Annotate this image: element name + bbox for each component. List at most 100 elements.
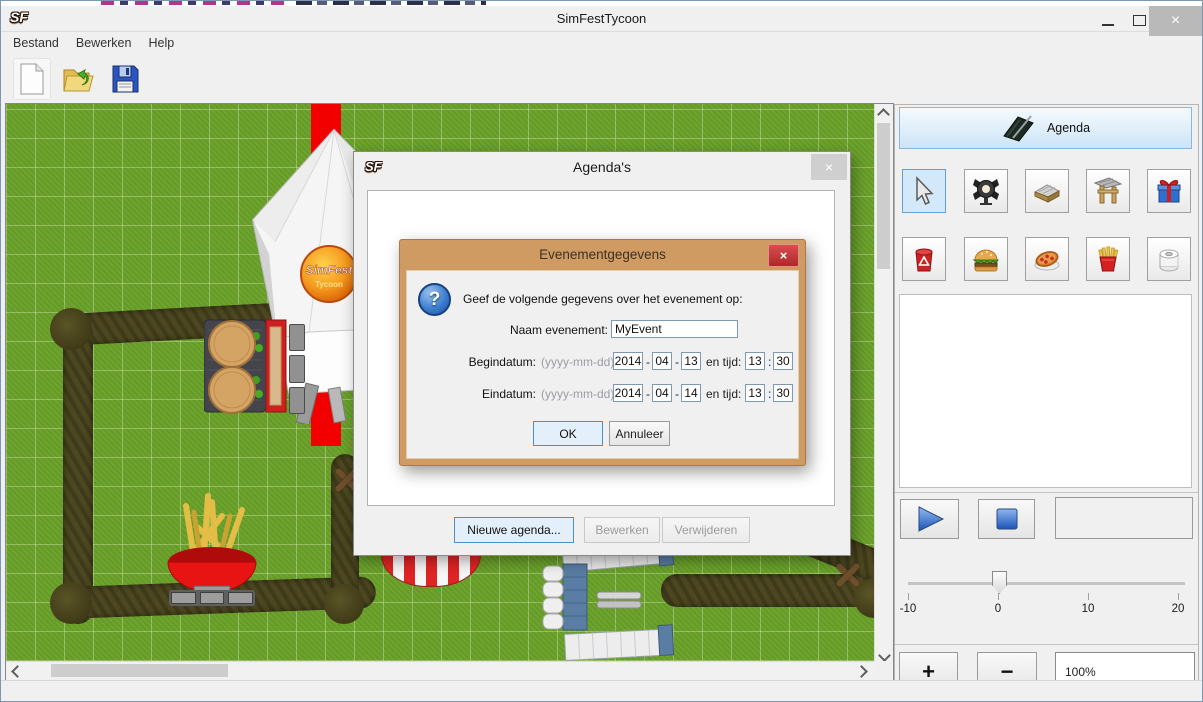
- agendas-dialog-close-button[interactable]: ×: [811, 154, 847, 180]
- new-file-button[interactable]: [13, 58, 51, 100]
- fries-icon: [1093, 244, 1123, 274]
- map-path-left: [63, 319, 93, 624]
- window-title: SimFestTycoon: [1, 6, 1202, 31]
- zoom-level-value: 100%: [1065, 665, 1096, 679]
- side-panel: Agenda: [894, 104, 1199, 700]
- structure-icon: [1093, 176, 1123, 206]
- map-vertical-scrollbar[interactable]: [874, 104, 891, 661]
- map-path-corner: [50, 582, 92, 624]
- open-file-icon: [62, 63, 96, 95]
- agenda-button-label: Agenda: [1047, 121, 1090, 135]
- status-strip: [1, 680, 1202, 702]
- tool-fries-button[interactable]: [1086, 237, 1130, 281]
- menu-item-help[interactable]: Help: [148, 36, 174, 50]
- minimize-icon: [1102, 24, 1114, 26]
- slider-label: -10: [900, 603, 917, 615]
- end-day-input[interactable]: [681, 384, 701, 402]
- ok-button[interactable]: OK: [533, 421, 603, 446]
- start-day-input[interactable]: [681, 352, 701, 370]
- gift-icon: [1154, 176, 1184, 206]
- slider-tick: [1088, 593, 1089, 600]
- hamburger-icon: [971, 244, 1001, 274]
- end-hour-input[interactable]: [745, 384, 765, 402]
- agenda-button[interactable]: Agenda: [899, 107, 1192, 149]
- tool-structure-button[interactable]: [1086, 169, 1130, 213]
- scroll-up-icon[interactable]: [877, 108, 890, 121]
- vertical-scroll-thumb[interactable]: [877, 123, 890, 269]
- question-mark: ?: [429, 289, 441, 311]
- tent-logo-text: SimFest: [306, 263, 354, 277]
- speed-slider-track[interactable]: [908, 582, 1185, 585]
- scroll-left-icon[interactable]: [11, 665, 24, 678]
- horizontal-scroll-thumb[interactable]: [51, 664, 228, 677]
- tool-spotlight-button[interactable]: [964, 169, 1008, 213]
- delete-agenda-label: Verwijderen: [675, 523, 738, 537]
- menu-item-bewerken[interactable]: Bewerken: [76, 36, 132, 50]
- slider-tick: [1178, 593, 1179, 600]
- tool-toilet-paper-button[interactable]: [1147, 237, 1191, 281]
- pizza-icon: [1032, 244, 1062, 274]
- tool-trashcan-button[interactable]: [902, 237, 946, 281]
- time-label: en tijd:: [706, 355, 741, 369]
- event-dialog-close-button[interactable]: ×: [768, 244, 799, 267]
- stop-button[interactable]: [978, 499, 1035, 539]
- start-month-input[interactable]: [652, 352, 672, 370]
- start-hour-input[interactable]: [745, 352, 765, 370]
- title-bar: SF SimFestTycoon ×: [1, 6, 1202, 32]
- tool-select-button[interactable]: [902, 169, 946, 213]
- end-date-label: Eindatum:: [407, 387, 536, 401]
- menu-item-bestand[interactable]: Bestand: [13, 36, 59, 50]
- date-format-hint: (yyyy-mm-dd): [541, 355, 614, 369]
- time-separator: :: [768, 387, 771, 401]
- start-minute-input[interactable]: [773, 352, 793, 370]
- tool-pizza-button[interactable]: [1025, 237, 1069, 281]
- map-bench-horizontal: [169, 590, 255, 606]
- edit-agenda-button[interactable]: Bewerken: [584, 517, 660, 543]
- end-minute-input[interactable]: [773, 384, 793, 402]
- close-icon: ×: [780, 248, 788, 263]
- cancel-button[interactable]: Annuleer: [609, 421, 670, 446]
- new-agenda-button[interactable]: Nieuwe agenda...: [454, 517, 574, 543]
- map-burger-stand: [204, 318, 292, 414]
- play-button[interactable]: [900, 499, 959, 539]
- event-name-input[interactable]: [611, 320, 738, 338]
- end-year-input[interactable]: [613, 384, 643, 402]
- start-year-input[interactable]: [613, 352, 643, 370]
- close-icon: ×: [1171, 12, 1180, 30]
- artifact-segment: [101, 1, 286, 5]
- scrollbar-corner: [874, 661, 891, 679]
- close-icon: ×: [825, 159, 833, 175]
- trashcan-icon: [909, 244, 939, 274]
- edit-agenda-label: Bewerken: [595, 523, 648, 537]
- scroll-right-icon[interactable]: [855, 665, 868, 678]
- save-file-button[interactable]: [107, 59, 143, 99]
- panel-separator: [895, 492, 1198, 493]
- save-file-icon: [111, 64, 139, 94]
- date-separator: -: [646, 355, 650, 369]
- map-path-decoration: [832, 559, 864, 591]
- spotlight-icon: [971, 176, 1001, 206]
- maximize-icon: [1133, 15, 1146, 26]
- slider-label: 10: [1082, 603, 1095, 615]
- tool-hamburger-button[interactable]: [964, 237, 1008, 281]
- placement-list-panel[interactable]: [899, 294, 1192, 488]
- tent-logo-subtext: Tycoon: [315, 280, 343, 289]
- map-horizontal-scrollbar[interactable]: [6, 661, 874, 679]
- delete-agenda-button[interactable]: Verwijderen: [662, 517, 750, 543]
- date-separator: -: [675, 387, 679, 401]
- tool-stage-button[interactable]: [1025, 169, 1069, 213]
- select-cursor-icon: [909, 176, 939, 206]
- agenda-book-icon: [1001, 113, 1037, 143]
- scroll-down-icon[interactable]: [878, 649, 891, 662]
- map-bench-vertical: [289, 324, 305, 414]
- open-file-button[interactable]: [61, 59, 97, 99]
- cancel-label: Annuleer: [615, 427, 663, 441]
- end-month-input[interactable]: [652, 384, 672, 402]
- stage-icon: [1032, 176, 1062, 206]
- menu-bar: Bestand Bewerken Help: [1, 32, 1202, 54]
- tool-gift-button[interactable]: [1147, 169, 1191, 213]
- minimize-button[interactable]: [1094, 6, 1122, 34]
- slider-tick: [998, 593, 999, 600]
- start-date-label: Begindatum:: [407, 355, 536, 369]
- speed-slider-thumb[interactable]: [992, 571, 1007, 594]
